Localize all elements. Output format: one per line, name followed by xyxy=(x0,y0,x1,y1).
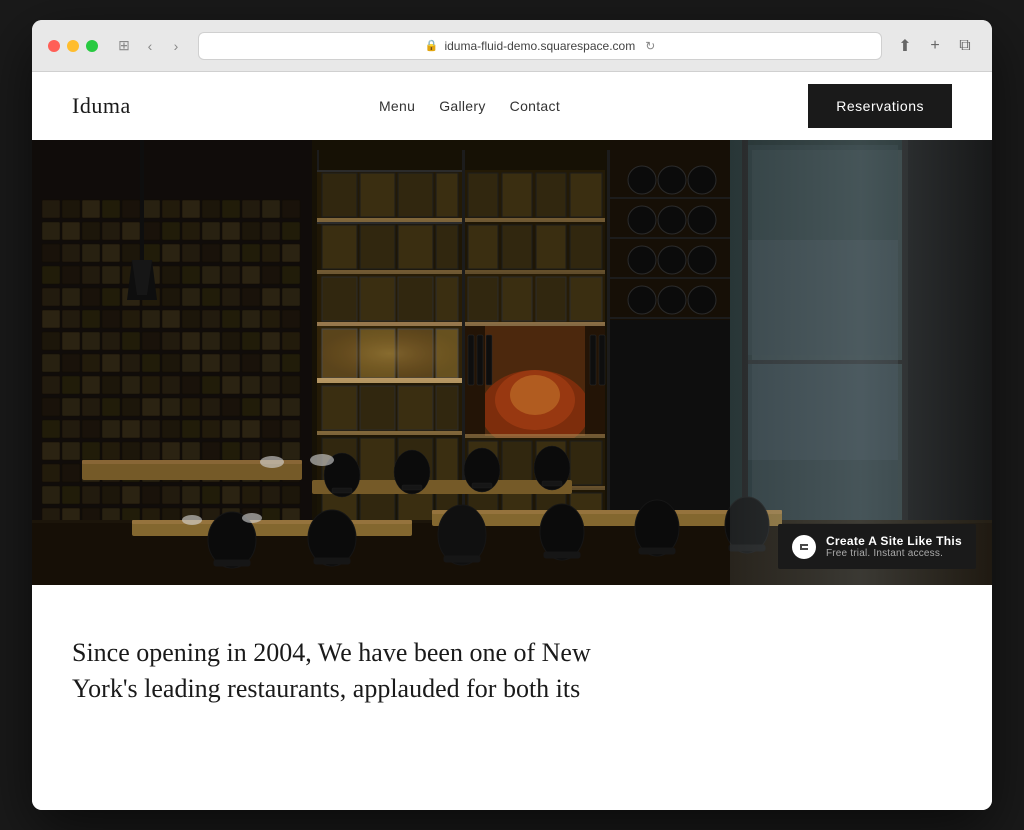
hero-image xyxy=(32,140,992,585)
reservations-button[interactable]: Reservations xyxy=(808,84,952,128)
address-bar[interactable]: 🔒 iduma-fluid-demo.squarespace.com ↻ xyxy=(198,32,882,60)
site-body: Since opening in 2004, We have been one … xyxy=(32,585,992,738)
hero-scene xyxy=(32,140,992,585)
browser-window: ⊞ ‹ › 🔒 iduma-fluid-demo.squarespace.com… xyxy=(32,20,992,810)
back-button[interactable]: ‹ xyxy=(140,36,160,56)
share-icon[interactable]: ⬆ xyxy=(894,35,916,57)
nav-gallery[interactable]: Gallery xyxy=(439,98,485,114)
squarespace-badge-title: Create A Site Like This xyxy=(826,534,962,548)
close-button[interactable] xyxy=(48,40,60,52)
refresh-icon: ↻ xyxy=(645,39,655,53)
window-grid-icon[interactable]: ⊞ xyxy=(114,36,134,56)
squarespace-badge-text: Create A Site Like This Free trial. Inst… xyxy=(826,534,962,559)
site-logo[interactable]: Iduma xyxy=(72,93,131,119)
browser-chrome: ⊞ ‹ › 🔒 iduma-fluid-demo.squarespace.com… xyxy=(32,20,992,72)
url-text: iduma-fluid-demo.squarespace.com xyxy=(444,39,635,53)
website-content: Iduma Menu Gallery Contact Reservations xyxy=(32,72,992,810)
new-tab-icon[interactable]: + xyxy=(924,35,946,57)
tabs-icon[interactable]: ⧉ xyxy=(954,35,976,57)
hero-wrapper: Create A Site Like This Free trial. Inst… xyxy=(32,140,992,585)
squarespace-logo-icon xyxy=(792,535,816,559)
maximize-button[interactable] xyxy=(86,40,98,52)
lock-icon: 🔒 xyxy=(425,39,439,52)
squarespace-badge[interactable]: Create A Site Like This Free trial. Inst… xyxy=(778,524,976,569)
site-nav: Menu Gallery Contact xyxy=(379,98,560,114)
traffic-lights xyxy=(48,40,98,52)
body-text: Since opening in 2004, We have been one … xyxy=(72,635,652,708)
forward-button[interactable]: › xyxy=(166,36,186,56)
minimize-button[interactable] xyxy=(67,40,79,52)
browser-actions: ⬆ + ⧉ xyxy=(894,35,976,57)
nav-menu[interactable]: Menu xyxy=(379,98,415,114)
nav-contact[interactable]: Contact xyxy=(510,98,560,114)
site-header: Iduma Menu Gallery Contact Reservations xyxy=(32,72,992,140)
squarespace-badge-subtitle: Free trial. Instant access. xyxy=(826,548,962,559)
browser-nav-controls: ⊞ ‹ › xyxy=(114,36,186,56)
